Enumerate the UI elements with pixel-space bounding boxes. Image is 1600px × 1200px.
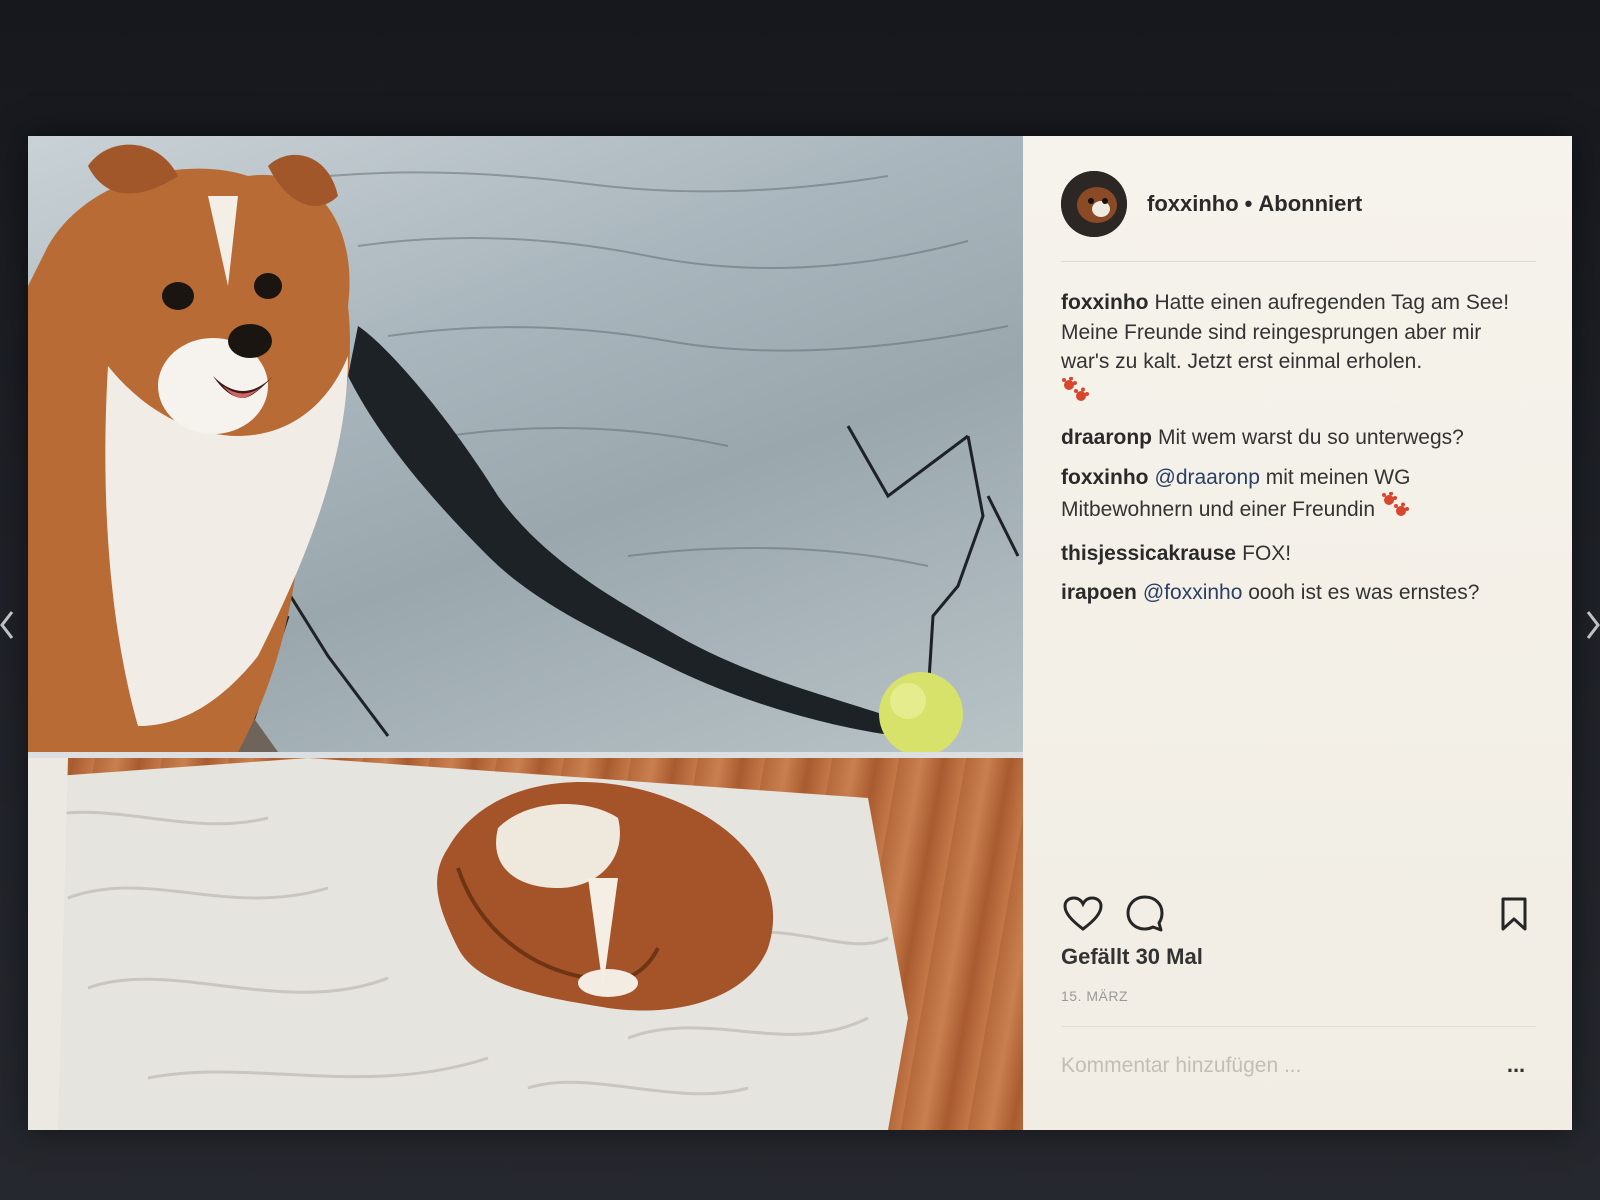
post-media[interactable] (28, 136, 1023, 1130)
comment-bubble-icon (1126, 895, 1164, 932)
follow-status-button[interactable]: Abonniert (1258, 191, 1362, 216)
header-text: foxxinho • Abonniert (1147, 191, 1362, 217)
post-image-dog-by-lake[interactable] (28, 136, 1023, 752)
comments-list: foxxinho Hatte einen aufregenden Tag am S… (1061, 288, 1532, 618)
post-modal: foxxinho • Abonniert foxxinho Hatte einen a… (28, 136, 1572, 1130)
comment-mention-link[interactable]: @draaronp (1155, 466, 1260, 489)
save-button[interactable] (1492, 892, 1536, 936)
comment-item: thisjessicakrause FOX! (1061, 539, 1532, 569)
avatar[interactable] (1061, 171, 1127, 237)
comment-item: irapoen @foxxinho oooh ist es was ernstes… (1061, 578, 1532, 608)
comment-text: oooh ist es was ernstes? (1248, 581, 1480, 604)
lake-photo (28, 144, 1020, 752)
more-options-icon[interactable]: ... (1498, 1050, 1534, 1080)
comment-username[interactable]: irapoen (1061, 581, 1137, 604)
avatar-dog-icon (1061, 171, 1127, 237)
comment-item: foxxinho @draaronp mit meinen WG Mitbewoh… (1061, 463, 1532, 529)
comment-divider (1061, 1026, 1536, 1027)
paw-prints-icon (1381, 491, 1411, 529)
action-bar (1061, 892, 1536, 936)
post-date: 15. MÄRZ (1061, 988, 1129, 1004)
comment-username[interactable]: draaronp (1061, 426, 1152, 449)
comment-username[interactable]: thisjessicakrause (1061, 542, 1236, 565)
comment-item: draaronp Mit wem warst du so unterwegs? (1061, 423, 1532, 453)
add-comment-input[interactable] (1061, 1048, 1481, 1084)
caption-comment: foxxinho Hatte einen aufregenden Tag am S… (1061, 288, 1532, 413)
post-side-panel: foxxinho • Abonniert foxxinho Hatte einen a… (1023, 136, 1572, 1130)
comment-mention-link[interactable]: @foxxinho (1143, 581, 1243, 604)
comment-username[interactable]: foxxinho (1061, 466, 1149, 489)
header-separator: • (1244, 191, 1253, 216)
comment-button[interactable] (1123, 892, 1167, 936)
header-username[interactable]: foxxinho (1147, 191, 1239, 216)
comment-username[interactable]: foxxinho (1061, 291, 1149, 314)
comment-text: FOX! (1242, 541, 1292, 565)
comment-text: Mit wem warst du so unterwegs? (1158, 426, 1464, 449)
likes-count[interactable]: Gefällt 30 Mal (1061, 944, 1203, 970)
paw-prints-icon (1061, 376, 1091, 414)
post-image-dog-on-sheets[interactable] (28, 758, 1023, 1130)
sheets-photo (28, 758, 908, 1130)
header-divider (1061, 261, 1536, 262)
heart-icon (1063, 896, 1103, 931)
next-arrow-icon[interactable] (1586, 610, 1600, 640)
bookmark-icon (1501, 897, 1527, 931)
previous-arrow-icon[interactable] (0, 610, 14, 640)
like-button[interactable] (1061, 892, 1105, 936)
post-header: foxxinho • Abonniert (1061, 170, 1536, 238)
